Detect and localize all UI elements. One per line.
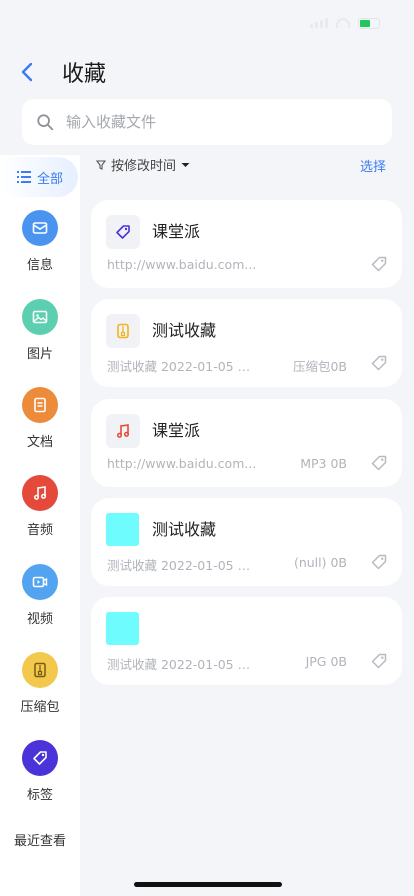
card-subtitle: 测试收藏 2022-01-05 1...: [107, 359, 257, 374]
search-input[interactable]: [66, 113, 356, 131]
status-indicators: [310, 17, 380, 29]
tag-icon[interactable]: [370, 652, 388, 670]
wifi-icon: [336, 18, 350, 28]
back-arrow-icon[interactable]: [16, 60, 40, 84]
card-title: 测试收藏: [152, 321, 217, 340]
favorite-card[interactable]: 课堂派 http://www.baidu.com... MP3 0B: [91, 399, 402, 487]
filter-icon: [96, 159, 106, 170]
page-title: 收藏: [62, 62, 107, 87]
search-bar[interactable]: [22, 99, 392, 145]
favorite-card[interactable]: 测试收藏 测试收藏 2022-01-05 1... (null) 0B: [91, 498, 402, 586]
sort-dropdown[interactable]: 按修改时间: [96, 155, 190, 174]
select-button[interactable]: 选择: [360, 156, 386, 175]
sidebar-item-label: 压缩包: [20, 700, 60, 715]
card-subtitle: 测试收藏 2022-01-05 1...: [107, 657, 257, 672]
favorite-card[interactable]: 测试收藏 测试收藏 2022-01-05 1... 压缩包0B: [91, 299, 402, 387]
card-subtitle: http://www.baidu.com...: [107, 456, 257, 471]
archive-icon: [22, 652, 58, 688]
signal-icon: [310, 18, 328, 28]
card-meta: MP3 0B: [300, 456, 347, 471]
music-note-icon: [106, 414, 140, 448]
archive-icon: [106, 314, 140, 348]
sidebar-item-label: 标签: [26, 788, 53, 803]
sidebar-item-label: 视频: [26, 612, 53, 627]
card-title: 课堂派: [152, 421, 201, 440]
favorite-card[interactable]: 测试收藏 2022-01-05 1... JPG 0B: [91, 597, 402, 685]
favorite-card[interactable]: 课堂派 http://www.baidu.com...: [91, 200, 402, 288]
home-indicator[interactable]: [134, 882, 282, 887]
image-thumbnail: [106, 612, 139, 645]
card-meta: 压缩包0B: [292, 359, 347, 374]
caret-down-icon: [181, 162, 190, 167]
filter-bar: 按修改时间 选择: [96, 155, 396, 175]
list-icon: [16, 171, 31, 183]
sidebar-item-video[interactable]: 视频: [0, 564, 80, 627]
search-icon: [37, 114, 54, 131]
sidebar-item-audio[interactable]: 音频: [0, 475, 80, 538]
tag-icon[interactable]: [370, 553, 388, 571]
mail-icon: [22, 210, 58, 246]
tag-icon[interactable]: [370, 454, 388, 472]
card-subtitle: http://www.baidu.com...: [107, 257, 257, 272]
tag-icon[interactable]: [370, 354, 388, 372]
music-note-icon: [22, 475, 58, 511]
status-bar: 7:00: [0, 0, 414, 46]
sidebar-item-images[interactable]: 图片: [0, 299, 80, 362]
sidebar-item-label: 图片: [26, 347, 53, 362]
tag-icon: [106, 215, 140, 249]
battery-icon: [358, 17, 380, 29]
video-icon: [22, 564, 58, 600]
sidebar-item-label: 音频: [26, 523, 53, 538]
image-thumbnail: [106, 513, 139, 546]
sort-label: 按修改时间: [111, 159, 177, 174]
category-sidebar: 全部 信息 图片 文档 音频 视频 压缩包 标签 最近查看: [0, 155, 80, 896]
card-meta: JPG 0B: [305, 654, 347, 669]
sidebar-item-info[interactable]: 信息: [0, 210, 80, 273]
sidebar-item-label: 全部: [36, 171, 63, 187]
tag-icon[interactable]: [370, 255, 388, 273]
card-title: 课堂派: [152, 222, 201, 241]
image-icon: [22, 299, 58, 335]
sidebar-item-label: 信息: [26, 258, 53, 273]
sidebar-item-tags[interactable]: 标签: [0, 740, 80, 803]
sidebar-item-label: 文档: [26, 435, 53, 450]
sidebar-item-all[interactable]: 全部: [2, 157, 78, 197]
sidebar-item-recent[interactable]: 最近查看: [0, 830, 80, 849]
header: 收藏: [0, 52, 414, 92]
tag-icon: [22, 740, 58, 776]
document-icon: [22, 387, 58, 423]
card-meta: (null) 0B: [293, 555, 347, 570]
status-time: 7:00: [38, 13, 78, 33]
card-title: 测试收藏: [152, 520, 217, 539]
card-subtitle: 测试收藏 2022-01-05 1...: [107, 558, 257, 573]
sidebar-item-archives[interactable]: 压缩包: [0, 652, 80, 715]
sidebar-item-documents[interactable]: 文档: [0, 387, 80, 450]
